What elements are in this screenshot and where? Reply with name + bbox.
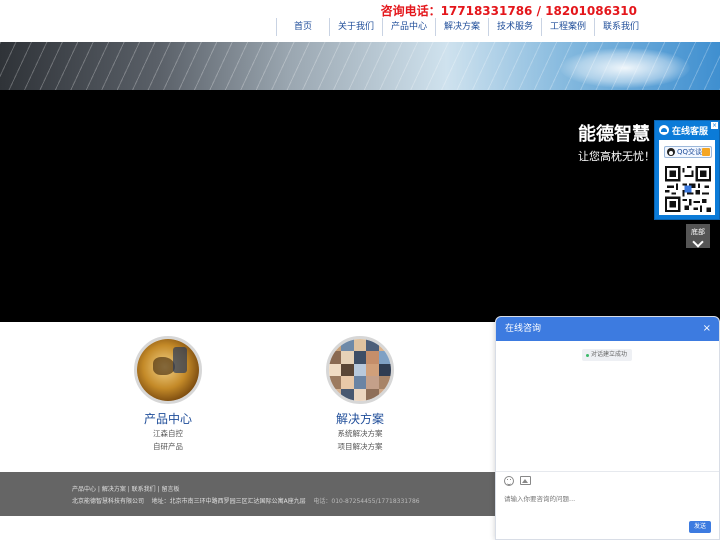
hero-section: 能德智慧 让您高枕无忧！ — [0, 90, 720, 322]
image-upload-icon[interactable] — [520, 476, 531, 485]
emoji-icon[interactable] — [504, 476, 514, 486]
banner-cloud — [560, 48, 690, 88]
footer-info: 北京能德智慧科技有限公司 地址：北京市南三环中路西罗园三区汇达国际公寓A座九层 … — [72, 496, 420, 505]
footer-phone: 电话：010-87254455/17718331786 — [313, 498, 420, 505]
nav-contact[interactable]: 联系我们 — [594, 18, 647, 36]
chat-status-message: 对话建立成功 — [582, 349, 633, 361]
nav-cases[interactable]: 工程案例 — [541, 18, 594, 36]
chevron-down-icon — [692, 236, 704, 248]
qq-penguin-icon — [667, 148, 675, 156]
hero-title: 能德智慧 — [578, 124, 650, 145]
chat-panel: 在线咨询 × 对话建立成功 发送 — [495, 316, 720, 540]
online-service-widget: 在线客服 × QQ交谈 — [654, 120, 720, 220]
qq-arrow-icon — [702, 148, 710, 156]
chat-close-icon[interactable]: × — [703, 317, 711, 341]
nav-solutions[interactable]: 解决方案 — [435, 18, 488, 36]
nav-products[interactable]: 产品中心 — [382, 18, 435, 36]
people-grid-image — [326, 336, 394, 404]
service-header: 在线客服 — [655, 121, 719, 139]
solution-link-system[interactable]: 系统解决方案 — [325, 427, 395, 440]
banner-image — [0, 42, 720, 90]
footer-company: 北京能德智慧科技有限公司 — [72, 498, 145, 505]
send-button[interactable]: 发送 — [689, 521, 711, 533]
solutions-card-title: 解决方案 — [335, 412, 384, 426]
page: 咨询电话：17718331786 / 18201086310 首页 关于我们 产… — [0, 0, 720, 540]
service-close-icon[interactable]: × — [711, 122, 718, 129]
qq-chat-label: QQ交谈 — [677, 148, 703, 156]
qq-chat-button[interactable]: QQ交谈 — [664, 146, 712, 158]
hotline-text: 咨询电话：17718331786 / 18201086310 — [380, 4, 637, 18]
chat-header: 在线咨询 × — [496, 317, 719, 341]
service-title: 在线客服 — [672, 126, 709, 137]
service-body: QQ交谈 — [659, 140, 715, 215]
product-link-own[interactable]: 自研产品 — [133, 440, 203, 453]
nav-about[interactable]: 关于我们 — [329, 18, 382, 36]
globe-business-image — [134, 336, 202, 404]
solution-link-project[interactable]: 项目解决方案 — [325, 440, 395, 453]
hero-subtitle: 让您高枕无忧！ — [578, 150, 655, 163]
chat-input[interactable] — [504, 491, 704, 507]
chat-title: 在线咨询 — [505, 324, 542, 334]
to-bottom-label: 底部 — [691, 228, 705, 236]
nav-tech-service[interactable]: 技术服务 — [488, 18, 541, 36]
product-card-products[interactable]: 产品中心 江森自控 自研产品 — [133, 336, 203, 453]
headset-icon — [659, 125, 669, 135]
product-link-johnson[interactable]: 江森自控 — [133, 427, 203, 440]
chat-toolbar — [496, 471, 719, 489]
qr-code-icon — [665, 166, 711, 212]
product-card-title: 产品中心 — [143, 412, 192, 426]
main-nav: 首页 关于我们 产品中心 解决方案 技术服务 工程案例 联系我们 — [276, 18, 647, 36]
scroll-to-bottom-button[interactable]: 底部 — [686, 224, 710, 248]
product-card-solutions[interactable]: 解决方案 系统解决方案 项目解决方案 — [325, 336, 395, 453]
nav-home[interactable]: 首页 — [276, 18, 329, 36]
footer-address: 地址：北京市南三环中路西罗园三区汇达国际公寓A座九层 — [151, 498, 306, 505]
footer-links[interactable]: 产品中心 | 解决方案 | 联系我们 | 留言板 — [72, 484, 180, 493]
